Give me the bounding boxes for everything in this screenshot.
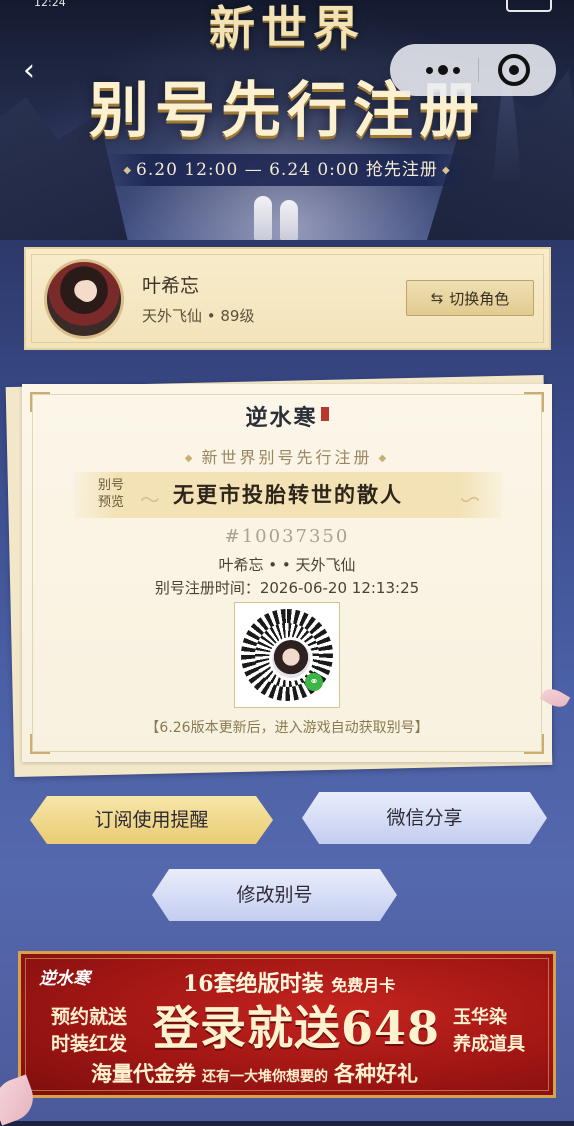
registration-time: 别号注册时间：2026-06-20 12:13:25 [154,579,420,597]
diamond-icon: ◆ [441,165,451,176]
character-card: 叶希忘 天外飞仙 • 89级 ⇆ 切换角色 [24,247,551,350]
more-dots-icon[interactable] [408,44,478,96]
promo-logo: 逆水寒 [39,969,90,989]
certificate-subtitle-text: 新世界别号先行注册 [201,448,373,467]
status-bar: 12:24 [0,0,574,12]
seal-icon [320,407,329,421]
game-logo: 逆水寒 [22,400,552,432]
diamond-icon: ◆ [184,453,196,464]
registration-owner: 叶希忘 • • 天外飞仙 [218,556,356,574]
switch-character-label: 切换角色 [449,289,510,308]
certificate-subtitle: ◆ 新世界别号先行注册 ◆ [22,444,552,468]
character-meta: 天外飞仙 • 89级 [142,307,255,325]
wechat-share-button[interactable]: 微信分享 [302,792,547,844]
avatar [44,259,124,339]
alias-preview-band: 别号预览 〜 无更市投胎转世的散人 〜 [74,472,502,518]
diamond-icon: ◆ [123,165,133,176]
status-time: 12:24 [34,0,66,9]
qr-avatar [269,637,313,681]
figures-decoration [250,192,310,240]
switch-character-button[interactable]: ⇆ 切换角色 [406,280,534,316]
promo-left-text: 预约就送 时装红发 [51,1006,128,1055]
wechat-mini-program-icon: ⚭ [305,673,323,691]
corner-ornament [30,734,50,754]
date-range-text: 6.20 12:00 — 6.24 0:00 抢先注册 [136,160,438,180]
mini-program-capsule [390,44,556,96]
certificate: 逆水寒 ◆ 新世界别号先行注册 ◆ 别号预览 〜 无更市投胎转世的散人 〜 #100… [22,384,552,762]
header-banner: 新世界 别号先行注册 ◆ 6.20 12:00 — 6.24 0:00 抢先注册 ◆ [0,0,574,240]
promo-right-text: 玉华染 养成道具 [453,1007,525,1055]
promo-bottom-text: 海量代金券 还有一大堆你想要的 各种好礼 [91,1061,418,1086]
modify-alias-button[interactable]: 修改别号 [152,869,397,921]
character-name: 叶希忘 [142,275,200,297]
battery-icon [506,0,552,12]
swap-arrows-icon: ⇆ [430,289,444,307]
alias-preview-name: 无更市投胎转世的散人 [173,482,403,507]
target-close-icon[interactable] [498,54,530,86]
subscribe-reminder-button[interactable]: 订阅使用提醒 [30,796,273,844]
capsule-divider [478,58,479,82]
corner-ornament [524,734,544,754]
swallow-icon: 〜 [460,488,480,512]
diamond-icon: ◆ [378,453,390,464]
registration-number: #10037350 [224,526,350,547]
date-range-bar: ◆ 6.20 12:00 — 6.24 0:00 抢先注册 ◆ [103,154,471,186]
certificate-note: 【6.26版本更新后，进入游戏自动获取别号】 [145,720,429,736]
promo-banner[interactable]: 逆水寒 16套绝版时装 免费月卡 预约就送 时装红发 登录就送648 玉华染 养… [18,951,556,1098]
promo-big-text: 登录就送648 [153,1001,441,1055]
back-chevron-icon[interactable]: ‹ [14,56,44,86]
mini-program-qr-code: ⚭ [234,602,340,708]
